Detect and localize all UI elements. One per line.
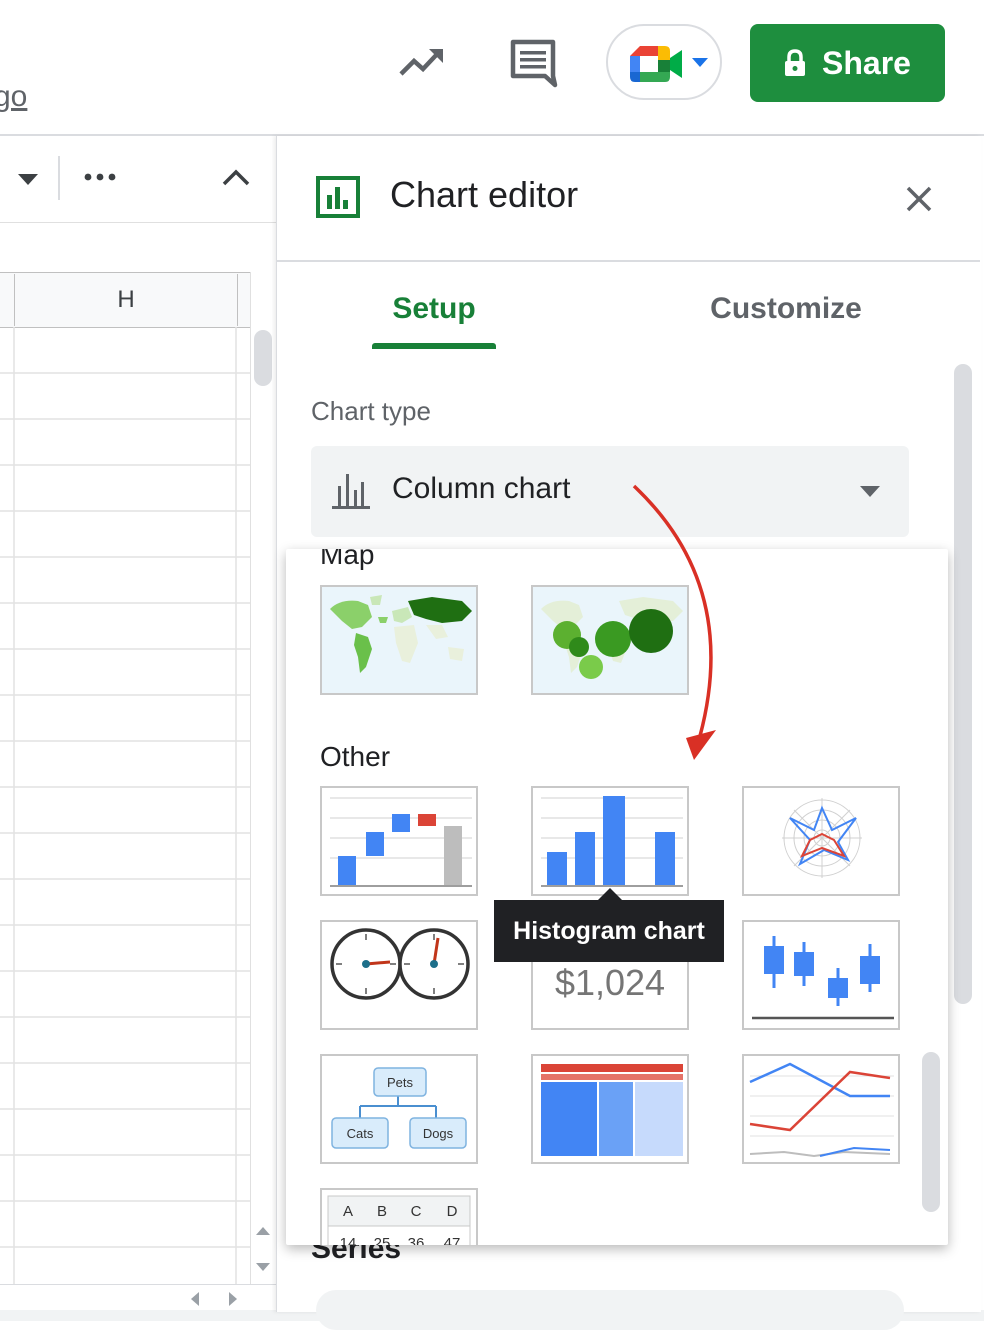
table-header-a: A (343, 1203, 353, 1220)
timeline-chart-thumbnail (744, 1056, 898, 1162)
radar-chart-option[interactable] (742, 786, 900, 896)
share-label: Share (822, 45, 911, 82)
sheet-toolbar (0, 136, 276, 223)
candlestick-chart-thumbnail (744, 922, 898, 1028)
menu-scrollbar[interactable] (922, 1052, 940, 1212)
scroll-up-icon[interactable] (256, 1226, 270, 1236)
vertical-scrollbar[interactable] (250, 272, 277, 1312)
geo-chart-thumbnail (322, 587, 476, 693)
table-value: 25 (374, 1235, 391, 1245)
org-node-pets: Pets (387, 1075, 414, 1090)
share-button[interactable]: Share (750, 24, 945, 102)
meet-button[interactable] (606, 24, 722, 100)
candlestick-chart-option[interactable] (742, 920, 900, 1030)
comment-icon[interactable] (508, 38, 558, 88)
gauge-chart-thumbnail (322, 922, 476, 1028)
lock-icon (784, 49, 806, 77)
active-tab-indicator (372, 343, 496, 349)
table-header-d: D (447, 1203, 458, 1220)
org-chart-thumbnail: Pets Cats Dogs (322, 1056, 476, 1162)
chart-type-value: Column chart (392, 472, 570, 506)
column-header-h[interactable]: H (14, 274, 238, 326)
doc-menu-link[interactable]: go (0, 80, 27, 114)
tab-customize[interactable]: Customize (696, 292, 876, 326)
chart-editor-header (276, 136, 980, 262)
table-chart-thumbnail: A B C D 14 25 36 47 (322, 1190, 476, 1245)
group-title-other: Other (320, 741, 390, 773)
histogram-chart-option[interactable] (531, 786, 689, 896)
cell-grid[interactable] (0, 327, 250, 1287)
chevron-down-icon (692, 58, 708, 68)
scroll-down-icon[interactable] (256, 1262, 270, 1272)
waterfall-chart-option[interactable] (320, 786, 478, 896)
radar-chart-thumbnail (744, 788, 898, 894)
annotation-arrow (620, 476, 740, 776)
close-icon[interactable] (904, 184, 934, 214)
google-meet-icon (628, 42, 684, 86)
scroll-right-icon[interactable] (228, 1292, 238, 1306)
more-horizontal-icon[interactable] (84, 172, 116, 182)
table-value: 14 (340, 1235, 357, 1245)
org-node-cats: Cats (347, 1126, 374, 1141)
panel-scrollbar[interactable] (954, 364, 972, 1004)
scroll-left-icon[interactable] (190, 1292, 200, 1306)
column-chart-icon (330, 472, 372, 510)
tooltip-arrow (598, 888, 622, 900)
waterfall-chart-thumbnail (322, 788, 476, 894)
org-chart-option[interactable]: Pets Cats Dogs (320, 1054, 478, 1164)
org-node-dogs: Dogs (423, 1126, 454, 1141)
treemap-chart-thumbnail (533, 1056, 687, 1162)
table-chart-option[interactable]: A B C D 14 25 36 47 (320, 1188, 478, 1245)
table-value: 36 (408, 1235, 425, 1245)
table-value: 47 (444, 1235, 461, 1245)
trending-up-icon[interactable] (398, 42, 446, 82)
table-header-b: B (377, 1203, 387, 1220)
panel-title: Chart editor (390, 174, 578, 216)
gauge-chart-option[interactable] (320, 920, 478, 1030)
geo-chart-option[interactable] (320, 585, 478, 695)
divider (58, 156, 60, 200)
timeline-chart-option[interactable] (742, 1054, 900, 1164)
chart-icon (316, 176, 360, 218)
series-field[interactable] (316, 1290, 904, 1330)
tab-setup[interactable]: Setup (372, 292, 496, 326)
scrollbar-thumb[interactable] (254, 330, 272, 386)
chevron-up-icon[interactable] (222, 168, 250, 186)
group-title-map: Map (320, 549, 374, 571)
histogram-chart-thumbnail (533, 788, 687, 894)
treemap-chart-option[interactable] (531, 1054, 689, 1164)
dropdown-arrow-icon[interactable] (860, 486, 880, 498)
chevron-down-icon[interactable] (18, 174, 38, 186)
chart-type-label: Chart type (311, 396, 431, 427)
table-header-c: C (411, 1203, 422, 1220)
scorecard-value: $1,024 (532, 962, 688, 1004)
chart-tooltip: Histogram chart (494, 900, 724, 962)
